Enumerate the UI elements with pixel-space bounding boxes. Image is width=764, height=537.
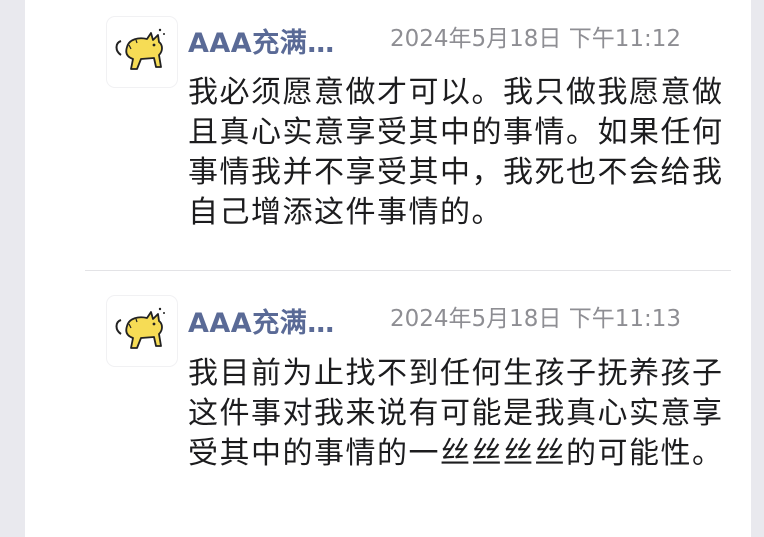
sender-name[interactable]: AAA充满… bbox=[188, 21, 335, 60]
chat-panel: AAA充满… 2024年5月18日 下午11:12 我必须愿意做才可以。我只做我… bbox=[25, 0, 751, 537]
message-item[interactable]: AAA充满… 2024年5月18日 下午11:12 我必须愿意做才可以。我只做我… bbox=[25, 0, 751, 270]
message-text: 我必须愿意做才可以。我只做我愿意做且真心实意享受其中的事情。如果任何事情我并不享… bbox=[188, 75, 724, 230]
message-item[interactable]: AAA充满… 2024年5月18日 下午11:13 我目前为止找不到任何生孩子抚… bbox=[25, 272, 751, 537]
yellow-cat-icon bbox=[115, 28, 165, 70]
avatar[interactable] bbox=[107, 17, 177, 87]
message-timestamp: 2024年5月18日 下午11:12 bbox=[390, 26, 682, 52]
yellow-cat-icon bbox=[115, 307, 165, 349]
avatar[interactable] bbox=[107, 296, 177, 366]
message-text: 我目前为止找不到任何生孩子抚养孩子这件事对我来说有可能是我真心实意享受其中的事情… bbox=[188, 356, 724, 471]
message-divider bbox=[85, 270, 731, 271]
sender-name[interactable]: AAA充满… bbox=[188, 301, 335, 340]
message-timestamp: 2024年5月18日 下午11:13 bbox=[390, 306, 682, 332]
